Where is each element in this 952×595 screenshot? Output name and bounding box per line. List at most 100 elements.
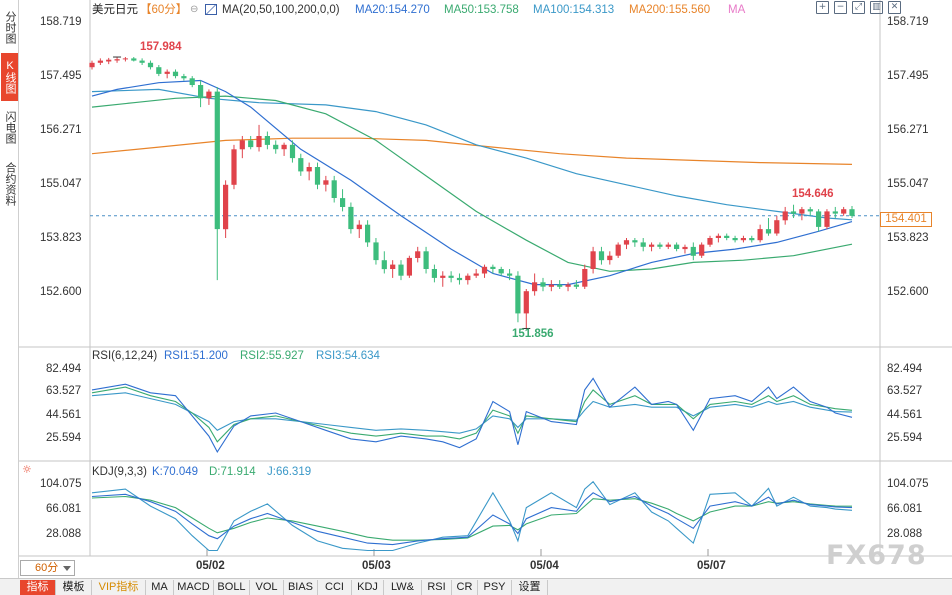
candle-body (273, 144, 279, 150)
candle-body (156, 67, 162, 74)
zoom-in-icon[interactable]: + (816, 1, 829, 14)
candle-body (615, 244, 621, 256)
price-tick-left: 157.495 (40, 70, 82, 82)
date-label: 05/02 (196, 560, 225, 572)
candle-body (749, 238, 755, 241)
indicator-tab-kdj[interactable]: KDJ (352, 580, 384, 595)
indicator-tab-0[interactable]: 指标 (20, 580, 56, 595)
candle-body (565, 284, 571, 287)
price-tick-left: 153.823 (40, 232, 82, 244)
zoom-out-icon[interactable]: − (834, 1, 847, 14)
candle-body (456, 277, 463, 281)
rsi-tick-left: 63.527 (46, 385, 82, 397)
candle-body (206, 91, 212, 99)
ma50-line (91, 95, 853, 272)
candle-body (657, 244, 663, 247)
indicator-tab-rsi[interactable]: RSI (422, 580, 452, 595)
current-price-tag: 154.401 (880, 212, 932, 227)
candle-body (131, 58, 137, 61)
indicator-tab-vip[interactable]: VIP指标 (92, 580, 146, 595)
rsi-label: RSI(6,12,24) (92, 350, 158, 362)
recent-high-annotation: 154.646 (792, 188, 834, 200)
candle-body (139, 60, 145, 63)
candle-body (356, 224, 362, 230)
candle-body (431, 269, 437, 278)
candle-body (507, 273, 513, 276)
candle-body (582, 269, 588, 287)
indicator-tab-14[interactable]: 设置 (512, 580, 548, 595)
candle-body (440, 275, 446, 278)
candle-body (122, 58, 128, 60)
candle-body (415, 251, 421, 258)
candle-body (573, 284, 579, 287)
indicator-tab-boll[interactable]: BOLL (214, 580, 250, 595)
indicator-icon[interactable] (205, 4, 217, 15)
rsi3-value: RSI3:54.634 (316, 350, 380, 362)
date-label: 05/07 (697, 560, 726, 572)
indicator-tab-cci[interactable]: CCI (318, 580, 352, 595)
candle-body (198, 85, 204, 99)
candle-body (799, 209, 805, 214)
fullscreen-icon[interactable]: ⤢ (852, 1, 865, 14)
period-select-value: 60分 (35, 562, 59, 574)
candle-body (774, 220, 780, 234)
period-select[interactable]: 60分 (20, 560, 75, 576)
price-tick-right: 155.047 (887, 178, 929, 190)
candle-body (340, 198, 346, 207)
indicator-tab-1[interactable]: 模板 (56, 580, 92, 595)
kdj-j-line (91, 480, 853, 552)
lock-icon[interactable]: ⊖ (190, 3, 198, 17)
indicator-tab-psy[interactable]: PSY (478, 580, 512, 595)
candle-body (348, 206, 354, 230)
candle-body (381, 260, 387, 270)
candle-body (256, 136, 262, 148)
candle-body (832, 211, 838, 214)
indicator-tab-vol[interactable]: VOL (250, 580, 284, 595)
rsi-tick-right: 44.561 (887, 409, 923, 421)
ma50-value: MA50:153.758 (444, 4, 519, 16)
ma-extra: MA (728, 4, 746, 16)
rsi-tick-right: 63.527 (887, 385, 923, 397)
kdj-label: KDJ(9,3,3) (92, 466, 147, 478)
candle-body (214, 91, 220, 230)
candle-body (323, 180, 329, 185)
indicator-tab-ma[interactable]: MA (146, 580, 174, 595)
candle-body (97, 60, 103, 63)
kline-chart[interactable] (0, 0, 952, 578)
candle-body (532, 282, 538, 292)
candle-body (172, 71, 179, 77)
ma20-line (91, 79, 853, 286)
kdj-tick-right: 104.075 (887, 478, 929, 490)
candle-body (807, 209, 813, 212)
candle-body (540, 282, 546, 287)
close-icon[interactable]: ✕ (888, 1, 901, 14)
candle-body (89, 62, 95, 68)
candle-body (189, 78, 195, 85)
candle-body (623, 240, 630, 245)
indicator-tab-cr[interactable]: CR (452, 580, 478, 595)
kdj-settings-icon[interactable]: ☼ (22, 463, 32, 477)
kdj-tick-right: 28.088 (887, 528, 923, 540)
indicator-tab-macd[interactable]: MACD (174, 580, 214, 595)
kdj-k-value: K:70.049 (152, 466, 199, 478)
candle-body (523, 291, 529, 314)
indicator-tab-lw[interactable]: LW& (384, 580, 422, 595)
date-label: 05/03 (362, 560, 391, 572)
candle-body (498, 269, 504, 274)
price-tick-left: 156.271 (40, 124, 82, 136)
kdj-tick-left: 104.075 (40, 478, 82, 490)
candle-body (690, 246, 696, 256)
indicator-tab-bias[interactable]: BIAS (284, 580, 318, 595)
candle-body (106, 59, 112, 62)
candle-body (715, 235, 721, 238)
split-icon[interactable]: ▥ (870, 1, 883, 14)
candle-body (590, 251, 596, 269)
rsi1-line (91, 377, 853, 453)
candle-body (824, 211, 830, 227)
candle-body (373, 242, 379, 261)
candle-body (816, 211, 822, 227)
indicator-tab-bar: 指标 模板 VIP指标 MA MACD BOLL VOL BIAS CCI KDJ LW& RSI CR… (0, 578, 952, 595)
price-tick-left: 158.719 (40, 16, 82, 28)
price-tick-right: 157.495 (887, 70, 929, 82)
candle-body (181, 76, 187, 79)
